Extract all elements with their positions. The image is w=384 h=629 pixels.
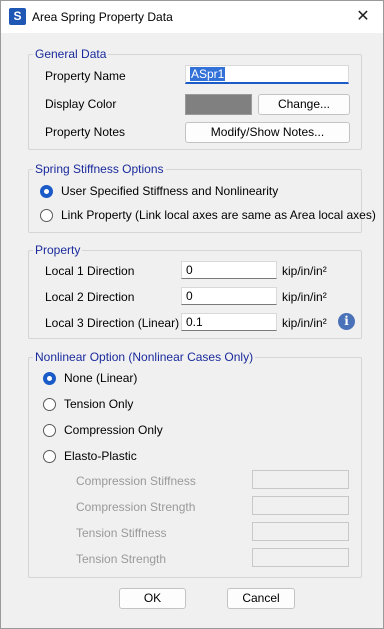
compression-stiffness-label: Compression Stiffness [76,474,196,488]
radio-link-property-label: Link Property (Link local axes are same … [61,208,376,222]
property-notes-label: Property Notes [45,125,126,139]
property-name-value: ASpr1 [190,67,226,81]
close-button[interactable]: ✕ [343,1,383,33]
general-data-legend: General Data [35,47,107,61]
radio-elasto-plastic-label: Elasto-Plastic [64,449,137,463]
tension-strength-label: Tension Strength [76,552,167,566]
change-color-button[interactable]: Change... [258,94,350,115]
compression-strength-input[interactable] [252,496,349,515]
local3-input[interactable]: 0.1 [181,313,277,331]
tension-stiffness-label: Tension Stiffness [76,526,167,540]
radio-user-specified[interactable]: User Specified Stiffness and Nonlinearit… [40,184,350,200]
local2-unit: kip/in/in² [282,290,327,304]
tension-strength-input[interactable] [252,548,349,567]
compression-stiffness-input[interactable] [252,470,349,489]
dialog-window: S Area Spring Property Data ✕ General Da… [0,0,384,629]
radio-tension-only-label: Tension Only [64,397,134,411]
cancel-button[interactable]: Cancel [227,588,295,609]
radio-tension-only-button[interactable] [43,398,56,411]
radio-user-specified-label: User Specified Stiffness and Nonlinearit… [61,184,279,198]
ok-button[interactable]: OK [119,588,186,609]
radio-none-linear-label: None (Linear) [64,371,138,385]
radio-none-linear[interactable]: None (Linear) [43,371,193,387]
radio-link-property-button[interactable] [40,209,53,222]
local2-label: Local 2 Direction [45,290,135,304]
spring-stiffness-legend: Spring Stiffness Options [35,162,164,176]
radio-none-linear-button[interactable] [43,372,56,385]
notes-button[interactable]: Modify/Show Notes... [185,122,350,143]
info-icon[interactable]: i [338,313,355,330]
compression-strength-label: Compression Strength [76,500,196,514]
window-title: Area Spring Property Data [32,10,173,24]
tension-stiffness-input[interactable] [252,522,349,541]
local1-label: Local 1 Direction [45,264,135,278]
radio-link-property[interactable]: Link Property (Link local axes are same … [40,208,376,224]
local3-label: Local 3 Direction (Linear) [45,316,180,330]
radio-compression-only-label: Compression Only [64,423,163,437]
radio-compression-only[interactable]: Compression Only [43,423,193,439]
app-icon: S [9,8,26,25]
local1-input[interactable]: 0 [181,261,277,279]
property-legend: Property [35,243,81,257]
radio-elasto-plastic-button[interactable] [43,450,56,463]
radio-elasto-plastic[interactable]: Elasto-Plastic [43,449,193,465]
nonlinear-option-legend: Nonlinear Option (Nonlinear Cases Only) [35,350,254,364]
radio-user-specified-button[interactable] [40,185,53,198]
property-name-input[interactable]: ASpr1 [185,65,349,84]
local3-unit: kip/in/in² [282,316,327,330]
property-name-label: Property Name [45,69,126,83]
radio-tension-only[interactable]: Tension Only [43,397,193,413]
radio-compression-only-button[interactable] [43,424,56,437]
display-color-label: Display Color [45,97,117,111]
local1-unit: kip/in/in² [282,264,327,278]
title-bar: S Area Spring Property Data ✕ [1,1,383,33]
local2-input[interactable]: 0 [181,287,277,305]
display-color-swatch [185,94,252,115]
